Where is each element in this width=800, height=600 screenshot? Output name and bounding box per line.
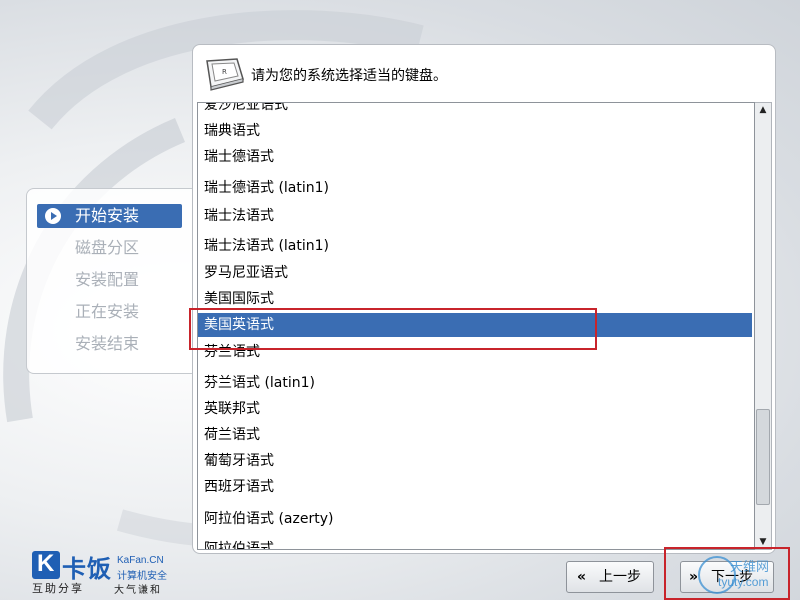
list-item[interactable]: 阿拉伯语式 (azerty): [198, 507, 752, 531]
kafan-logo-icon: K: [32, 550, 60, 579]
page-instruction: 请为您的系统选择适当的键盘。: [251, 68, 447, 84]
double-right-arrow-icon: »: [689, 569, 699, 585]
scrollbar-thumb[interactable]: [756, 409, 770, 505]
list-item[interactable]: 瑞士德语式 (latin1): [198, 176, 752, 200]
scroll-up-arrow-icon[interactable]: ▲: [755, 103, 771, 117]
list-item[interactable]: 荷兰语式: [198, 423, 752, 447]
list-item[interactable]: 瑞士德语式: [198, 145, 752, 169]
svg-text:R: R: [222, 68, 227, 76]
list-item[interactable]: 瑞士法语式 (latin1): [198, 234, 752, 258]
selection-highlight-box: [189, 308, 597, 350]
step-label: 安装结束: [75, 334, 140, 353]
install-steps-panel: 开始安装 磁盘分区 安装配置 正在安装 安装结束: [26, 188, 199, 374]
brand-slogan: 互助分享: [32, 582, 84, 595]
double-left-arrow-icon: «: [577, 569, 587, 585]
list-item[interactable]: 芬兰语式 (latin1): [198, 371, 752, 395]
brand-subtitle: 计算机安全: [117, 571, 167, 582]
step-label: 开始安装: [75, 206, 140, 225]
step-installing: 正在安装: [37, 300, 182, 324]
back-button[interactable]: « 上一步: [566, 561, 654, 593]
step-install-config: 安装配置: [37, 268, 182, 292]
step-label: 磁盘分区: [75, 238, 140, 257]
brand-slogan-2: 大气谦和: [114, 585, 162, 596]
brand-name: 卡饭: [62, 555, 112, 583]
list-item[interactable]: 罗马尼亚语式: [198, 261, 752, 285]
list-item[interactable]: 葡萄牙语式: [198, 449, 752, 473]
watermark-text: 天维网: [730, 560, 770, 575]
list-scrollbar[interactable]: ▲ ▼: [755, 102, 772, 550]
list-item[interactable]: 瑞士法语式: [198, 204, 752, 228]
step-install-finish: 安装结束: [37, 332, 182, 356]
step-start-install: 开始安装: [37, 204, 182, 228]
step-label: 安装配置: [75, 270, 140, 289]
back-button-label: 上一步: [599, 569, 641, 585]
keyboard-key-icon: R: [206, 58, 244, 91]
step-label: 正在安装: [75, 302, 140, 321]
list-item[interactable]: 英联邦式: [198, 397, 752, 421]
list-item[interactable]: 爱沙尼亚语式: [198, 103, 752, 117]
watermark-url: tyuty.com: [718, 575, 769, 589]
brand-domain: KaFan.CN: [117, 555, 164, 566]
step-disk-partition: 磁盘分区: [37, 236, 182, 260]
arrow-right-icon: [45, 208, 61, 224]
list-item[interactable]: 瑞典语式: [198, 119, 752, 143]
list-item[interactable]: 西班牙语式: [198, 475, 752, 499]
